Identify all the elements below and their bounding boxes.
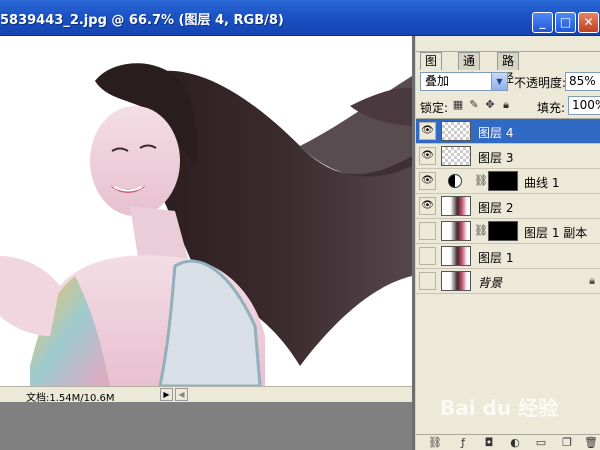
opacity-label: 不透明度: (514, 76, 567, 90)
layer-thumbnail (441, 146, 471, 166)
trash-icon[interactable]: 🗑︎ (584, 436, 598, 450)
link-chain-icon[interactable]: ⛓︎ (474, 174, 488, 187)
workspace-background (0, 402, 412, 450)
tab-layers[interactable]: 图层 (420, 52, 443, 85)
link-layers-icon[interactable]: ⛓︎ (428, 436, 442, 450)
visibility-toggle-empty[interactable] (419, 222, 436, 240)
layer-thumbnail (441, 196, 471, 216)
chevron-down-icon[interactable]: ▼ (491, 73, 507, 90)
layer-row[interactable]: 图层 1 (416, 244, 600, 269)
layer-row[interactable]: 👁︎ 图层 4 (416, 119, 600, 144)
add-mask-icon[interactable]: ◘ (482, 436, 496, 450)
document-canvas[interactable] (0, 36, 412, 386)
opacity-input[interactable]: 85% (565, 72, 600, 91)
eye-icon[interactable]: 👁︎ (419, 147, 436, 165)
layer-thumbnail (441, 246, 471, 266)
tab-channels[interactable]: 通道 (458, 52, 481, 85)
visibility-toggle-empty[interactable] (419, 247, 436, 265)
eye-icon[interactable]: 👁︎ (419, 172, 436, 190)
title-bar: 5839443_2.jpg @ 66.7% (图层 4, RGB/8) _ □ … (0, 0, 600, 36)
blend-mode-select[interactable]: 叠加 ▼ (420, 72, 508, 91)
layer-thumbnail (441, 221, 471, 241)
layer-thumbnail (441, 271, 471, 291)
scroll-left-arrow-icon[interactable]: ◀ (175, 388, 188, 401)
new-group-folder-icon[interactable]: ▭ (534, 436, 548, 450)
fill-input[interactable]: 100% (568, 96, 600, 115)
eye-icon[interactable]: 👁︎ (419, 197, 436, 215)
layer-row[interactable]: 👁︎ 图层 3 (416, 144, 600, 169)
lock-position-move-icon[interactable]: ✥ (484, 99, 496, 111)
adjustment-layer-icon[interactable]: ◐ (508, 436, 522, 450)
eye-icon[interactable]: 👁︎ (419, 122, 436, 140)
layer-row[interactable]: 👁︎ 图层 2 (416, 194, 600, 219)
photo-woman-flowing-hair (0, 36, 412, 386)
close-button[interactable]: ✕ (578, 12, 599, 33)
window-title: 5839443_2.jpg @ 66.7% (图层 4, RGB/8) (0, 13, 284, 28)
layer-name: 图层 1 (478, 251, 514, 265)
status-menu-arrow-icon[interactable]: ▶ (160, 388, 173, 401)
layer-name: 图层 2 (478, 201, 514, 215)
new-layer-icon[interactable]: ❐ (560, 436, 574, 450)
layer-name: 背景 (478, 276, 503, 290)
layer-row[interactable]: 👁︎ ⛓︎ 曲线 1 (416, 169, 600, 194)
layers-panel: 图层 通道 路径 叠加 ▼ 不透明度: 85% 锁定: ▦ ✎ ✥ 🔒︎ 填充:… (415, 36, 600, 450)
blend-mode-value: 叠加 (425, 74, 450, 88)
layer-row[interactable]: ⛓︎ 图层 1 副本 (416, 219, 600, 244)
tab-paths[interactable]: 路径 (497, 52, 520, 85)
layers-list: 👁︎ 图层 4 👁︎ 图层 3 👁︎ ⛓︎ 曲线 1 👁︎ 图层 2 ⛓︎ 图层… (416, 118, 600, 396)
layer-name: 图层 3 (478, 151, 514, 165)
maximize-button[interactable]: □ (555, 12, 576, 33)
lock-icon: 🔒︎ (589, 274, 595, 287)
watermark-logo: Bai du 经验 (440, 396, 559, 420)
lock-all-icon[interactable]: 🔒︎ (500, 99, 512, 111)
fill-label: 填充: (537, 101, 566, 115)
lock-paint-brush-icon[interactable]: ✎ (468, 99, 480, 111)
layer-thumbnail (441, 121, 471, 141)
layer-name: 曲线 1 (524, 176, 560, 190)
panel-footer-toolbar: ⛓︎ ƒ ◘ ◐ ▭ ❐ 🗑︎ (416, 434, 600, 450)
adjustment-layer-icon (448, 174, 462, 188)
minimize-button[interactable]: _ (532, 12, 553, 33)
panel-header (416, 36, 600, 52)
layer-name: 图层 1 副本 (524, 226, 588, 240)
lock-label: 锁定: (420, 101, 449, 115)
visibility-toggle-empty[interactable] (419, 272, 436, 290)
layer-style-icon[interactable]: ƒ (456, 436, 470, 450)
layer-row[interactable]: 背景 🔒︎ (416, 269, 600, 294)
link-chain-icon[interactable]: ⛓︎ (474, 224, 488, 237)
mask-thumbnail (488, 171, 518, 191)
status-bar: 文档:1.54M/10.6M ▶ ◀ (0, 386, 412, 404)
layer-name: 图层 4 (478, 126, 514, 140)
lock-transparency-icon[interactable]: ▦ (452, 99, 464, 111)
mask-thumbnail (488, 221, 518, 241)
